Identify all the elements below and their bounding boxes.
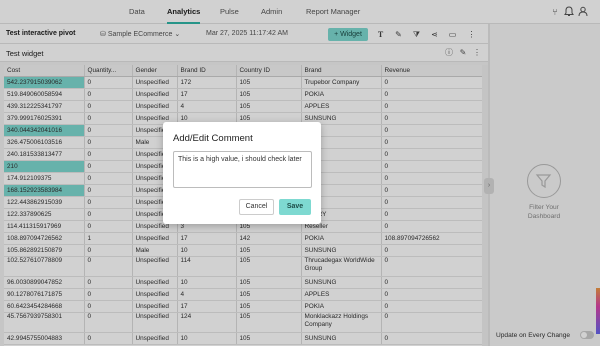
cancel-button[interactable]: Cancel <box>239 199 274 215</box>
comment-input[interactable]: This is a high value, i should check lat… <box>173 151 312 188</box>
save-button[interactable]: Save <box>279 199 311 215</box>
dialog-title: Add/Edit Comment <box>173 133 253 144</box>
comment-dialog: Add/Edit Comment This is a high value, i… <box>163 122 321 224</box>
